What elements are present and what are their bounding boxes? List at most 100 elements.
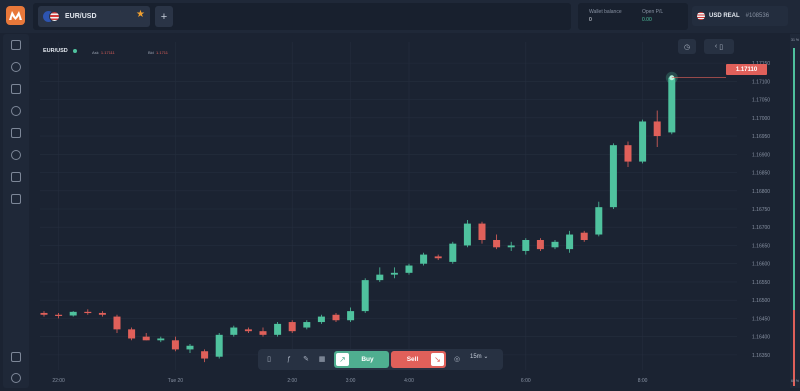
ask-readout: Ask 1.17111 — [92, 50, 115, 55]
arrow-down-right-icon: ↘ — [431, 353, 444, 366]
wallet-summary: Wallet balance 0 Open P/L 0.00 — [578, 3, 688, 30]
collapse-icon[interactable] — [11, 352, 21, 362]
candle-body — [113, 316, 121, 330]
y-tick-label: 1.16550 — [752, 280, 770, 286]
bid-readout: Bid 1.1711 — [148, 50, 168, 55]
logo-mark-icon — [9, 11, 22, 20]
buy-label: Buy — [361, 356, 374, 363]
bid-value: 1.1711 — [156, 50, 168, 55]
y-tick-label: 1.16950 — [752, 134, 770, 140]
account-selector[interactable]: USD REAL #108536 — [692, 6, 788, 26]
candle-body — [361, 280, 369, 312]
open-pl-label: Open P/L — [642, 9, 664, 15]
candle-body — [171, 340, 179, 350]
add-tab-button[interactable]: + — [155, 6, 173, 27]
candle-body — [493, 240, 501, 248]
candle-body — [40, 312, 48, 315]
candle-body — [639, 121, 647, 162]
y-tick-label: 1.17100 — [752, 79, 770, 85]
asset-tabs: EUR/USD ★ + — [33, 3, 571, 30]
y-tick-label: 1.16350 — [752, 353, 770, 359]
timeframe-label: 15m — [470, 354, 482, 360]
templates-icon[interactable]: ▦ — [317, 354, 327, 364]
candle-body — [580, 232, 588, 240]
candle-body — [449, 243, 457, 262]
candle-body — [420, 254, 428, 264]
sell-button[interactable]: Sell ↘ — [391, 351, 446, 368]
asset-tab-eurusd[interactable]: EUR/USD ★ — [38, 6, 150, 27]
calendar-icon[interactable] — [11, 194, 21, 204]
account-name: USD REAL — [709, 13, 740, 19]
ask-value: 1.17111 — [100, 50, 115, 55]
candle-body — [347, 311, 355, 321]
chat-icon[interactable] — [11, 172, 21, 182]
candle-body — [507, 245, 515, 248]
y-tick-label: 1.16700 — [752, 225, 770, 231]
chevron-left-icon: ‹ — [714, 43, 718, 50]
portfolio-icon[interactable] — [11, 84, 21, 94]
candle-body — [551, 241, 559, 248]
candle-body — [332, 314, 340, 321]
chevron-down-icon: ⌄ — [483, 354, 489, 360]
education-icon[interactable] — [11, 128, 21, 138]
y-tick-label: 1.16600 — [752, 262, 770, 268]
candle-body — [609, 145, 617, 208]
indicators-icon[interactable]: ƒ — [284, 354, 294, 364]
y-tick-label: 1.16900 — [752, 152, 770, 158]
eur-usd-flag-icon — [43, 11, 60, 22]
candle-body — [653, 121, 661, 137]
buy-button[interactable]: ↗ Buy — [334, 351, 389, 368]
wallet-balance-label: Wallet balance — [589, 9, 622, 15]
x-tick-label: 6:00 — [521, 378, 531, 384]
sentiment-top-pct: 31 % — [791, 38, 799, 42]
candle-body — [376, 274, 384, 281]
favorite-star-icon[interactable]: ★ — [136, 9, 145, 20]
settings-icon[interactable] — [11, 150, 21, 160]
panel-toggle-icon[interactable]: ▯ — [264, 354, 274, 364]
candle-body — [128, 329, 136, 339]
candle-body — [55, 314, 63, 316]
sentiment-bottom-pct: 69 % — [791, 379, 799, 383]
y-tick-label: 1.17050 — [752, 98, 770, 104]
history-icon[interactable] — [11, 106, 21, 116]
left-sidebar — [3, 34, 29, 388]
timer-icon[interactable]: ◎ — [452, 354, 462, 364]
trade-toolbar: ▯ ƒ ✎ ▦ ↗ Buy Sell ↘ ◎ 15m ⌄ — [258, 349, 503, 370]
dashboard-icon[interactable] — [11, 40, 21, 50]
candle-body — [390, 272, 398, 275]
clock-button[interactable]: ◷ — [678, 39, 696, 54]
clock-icon: ◷ — [683, 43, 691, 51]
app-logo[interactable] — [6, 6, 25, 25]
candle-body — [84, 311, 92, 314]
candle-body — [536, 240, 544, 250]
candle-body — [463, 223, 471, 246]
candle-body — [201, 351, 209, 359]
price-chart[interactable]: 1.171501.171001.170501.170001.169501.169… — [32, 34, 790, 388]
wallet-balance-value: 0 — [589, 17, 592, 23]
usd-flag-icon — [697, 12, 705, 20]
candle-body — [157, 338, 165, 341]
x-tick-label: 22:00 — [52, 378, 65, 384]
draw-pencil-icon[interactable]: ✎ — [301, 354, 311, 364]
candle-body — [303, 322, 311, 328]
sell-label: Sell — [406, 356, 419, 363]
x-tick-label: 2:00 — [287, 378, 297, 384]
analytics-icon[interactable] — [11, 62, 21, 72]
ask-label: Ask — [92, 50, 99, 55]
timeframe-selector[interactable]: 15m ⌄ — [470, 353, 488, 360]
y-tick-label: 1.16800 — [752, 189, 770, 195]
candle-body — [317, 316, 325, 323]
candle-body — [595, 207, 603, 235]
candle-body — [215, 334, 223, 357]
candle-body — [566, 234, 574, 250]
y-tick-label: 1.16450 — [752, 316, 770, 322]
y-tick-label: 1.16400 — [752, 335, 770, 341]
live-status-icon — [73, 49, 77, 53]
candle-body — [98, 312, 106, 315]
trader-sentiment-bar: 31 % 69 % — [790, 34, 800, 388]
candle-body — [259, 331, 267, 335]
x-tick-label: 3:00 — [346, 378, 356, 384]
help-icon[interactable] — [11, 373, 21, 383]
layout-toggle-button[interactable]: ‹ ▯ — [704, 39, 734, 54]
x-tick-label: Tue 20 — [168, 378, 184, 384]
